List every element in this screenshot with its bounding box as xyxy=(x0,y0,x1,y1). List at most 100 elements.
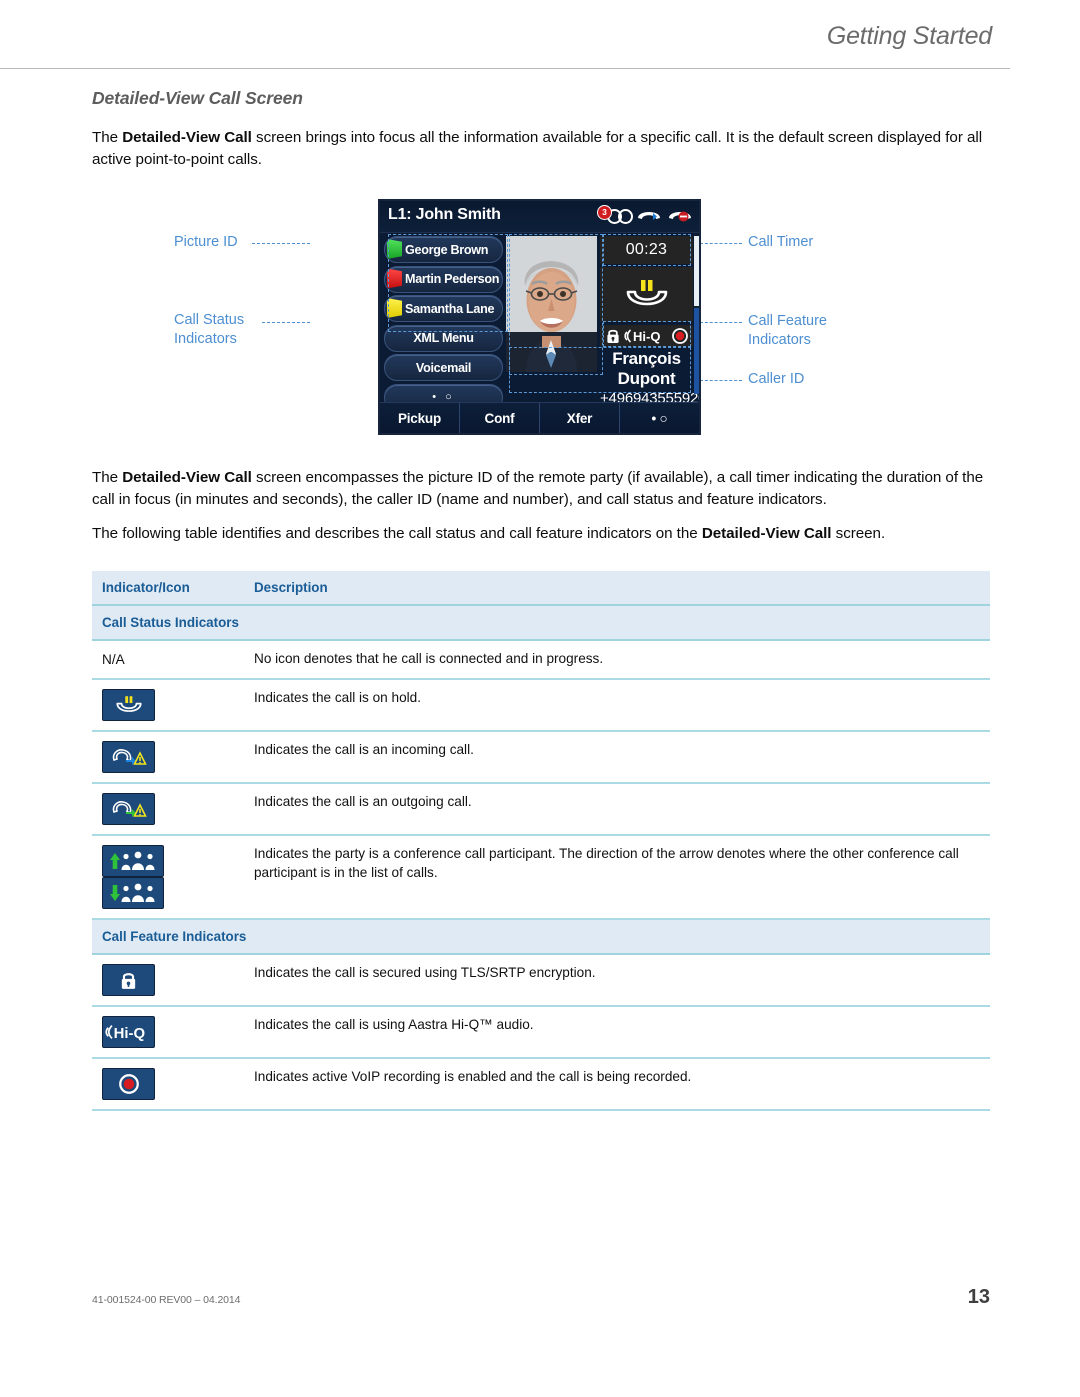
softkey-label: Samantha Lane xyxy=(405,301,495,316)
section-heading: Detailed-View Call Screen xyxy=(92,88,303,108)
table-row: Indicates the party is a conference call… xyxy=(92,835,990,920)
description-cell: Indicates the party is a conference call… xyxy=(244,835,990,920)
page-number: 13 xyxy=(967,1286,990,1308)
bottom-softkey-more[interactable]: • ○ xyxy=(620,403,699,433)
caller-name: François Dupont xyxy=(612,349,681,388)
dnd-icon xyxy=(667,204,693,222)
table-header-row: Indicator/Icon Description xyxy=(92,571,990,606)
description-cell: Indicates the call is an outgoing call. xyxy=(244,783,990,836)
table-intro-bold: Detailed-View Call xyxy=(701,525,832,542)
phone-line-label: L1: John Smith xyxy=(388,206,501,223)
svg-text:Hi-Q: Hi-Q xyxy=(633,329,660,344)
indicator-cell-conference xyxy=(92,835,244,920)
table-row: Hi-Q Indicates the call is using Aastra … xyxy=(92,1006,990,1059)
table-row: Indicates the call is an outgoing call. xyxy=(92,783,990,836)
phone-right-column: 00:23 Hi-Q François Dupont +49694355592 xyxy=(597,233,699,407)
softkey-label: Martin Pederson xyxy=(405,272,500,286)
softkey-samantha-lane[interactable]: Samantha Lane xyxy=(384,295,503,322)
column-header-indicator: Indicator/Icon xyxy=(92,571,244,606)
incoming-call-icon-chip xyxy=(102,741,155,773)
description-paragraph: The Detailed-View Call screen encompasse… xyxy=(92,467,990,511)
bottom-softkey-xfer[interactable]: Xfer xyxy=(540,403,620,433)
section-title-call-feature: Call Feature Indicators xyxy=(92,919,990,955)
conference-call-up-icon xyxy=(110,851,155,870)
description-cell: No icon denotes that he call is connecte… xyxy=(244,640,990,680)
description-cell: Indicates the call is secured using TLS/… xyxy=(244,954,990,1007)
softkey-george-brown[interactable]: George Brown xyxy=(384,236,503,263)
description-cell: Indicates the call is on hold. xyxy=(244,679,990,732)
table-row: Indicates active VoIP recording is enabl… xyxy=(92,1058,990,1111)
indicator-cell-na: N/A xyxy=(92,640,244,680)
led-indicator-yellow xyxy=(387,298,402,318)
incoming-call-icon xyxy=(112,749,147,765)
page-content: Detailed-View Call Screen The Detailed-V… xyxy=(92,88,990,1111)
desc-text-a: The xyxy=(92,469,123,486)
leader-call-timer xyxy=(700,243,742,244)
hi-q-icon: Hi-Q xyxy=(105,1025,145,1041)
intro-paragraph: The Detailed-View Call screen brings int… xyxy=(92,127,990,171)
phone-softkey-column: George Brown Martin Pederson Samantha La… xyxy=(380,233,506,411)
caller-id-block: François Dupont +4969435559200 xyxy=(600,349,699,407)
page-header: Getting Started xyxy=(0,22,1080,68)
softkey-voicemail[interactable]: Voicemail xyxy=(384,354,503,381)
callout-picture-id: Picture ID xyxy=(174,234,238,250)
table-row: Indicates the call is on hold. xyxy=(92,679,990,732)
picture-id-photo xyxy=(506,236,597,372)
softkey-xml-menu[interactable]: XML Menu xyxy=(384,324,503,352)
conference-call-down-icon xyxy=(110,883,155,902)
bottom-softkey-conf[interactable]: Conf xyxy=(460,403,540,433)
table-intro-paragraph: The following table identifies and descr… xyxy=(92,523,990,545)
bottom-softkey-pickup[interactable]: Pickup xyxy=(380,403,460,433)
callout-call-feature-indicators-line2: Indicators xyxy=(748,332,811,348)
hold-icon xyxy=(115,695,142,712)
phone-bottom-softkeys: Pickup Conf Xfer • ○ xyxy=(380,402,699,433)
call-timer-display: 00:23 xyxy=(600,236,693,264)
table-intro-c: screen. xyxy=(831,525,886,542)
description-cell: Indicates active VoIP recording is enabl… xyxy=(244,1058,990,1111)
callout-call-timer: Call Timer xyxy=(748,234,814,250)
softkey-martin-pederson[interactable]: Martin Pederson xyxy=(384,265,503,293)
hi-q-icon-chip: Hi-Q xyxy=(102,1016,155,1048)
phone-display: L1: John Smith 3 George Brown Martin Ped… xyxy=(378,199,701,435)
phone-status-icons: 3 xyxy=(597,204,693,224)
hi-q-icon: Hi-Q xyxy=(623,329,660,344)
intro-text-a: The xyxy=(92,129,123,146)
softkey-label: George Brown xyxy=(405,242,489,257)
table-row: Indicates the call is an incoming call. xyxy=(92,731,990,784)
voicemail-icon: 3 xyxy=(597,204,633,224)
led-indicator-green xyxy=(387,239,402,259)
missed-call-icon xyxy=(636,204,662,222)
indicator-cell-record xyxy=(92,1058,244,1111)
scrollbar-thumb[interactable] xyxy=(694,236,699,306)
voicemail-count-badge: 3 xyxy=(597,205,612,220)
record-icon xyxy=(671,328,688,344)
record-icon-chip xyxy=(102,1068,155,1100)
phone-status-bar: L1: John Smith 3 xyxy=(380,201,699,233)
leader-call-status xyxy=(262,322,310,323)
leader-call-feature xyxy=(700,322,742,323)
table-row: Indicates the call is secured using TLS/… xyxy=(92,954,990,1007)
call-status-hold-icon xyxy=(600,267,693,322)
intro-text-bold: Detailed-View Call xyxy=(122,129,252,146)
table-intro-a: The following table identifies and descr… xyxy=(92,525,702,542)
callout-call-status-indicators-line1: Call Status xyxy=(174,312,245,328)
na-label: N/A xyxy=(102,652,125,667)
leader-caller-id xyxy=(700,380,742,381)
column-header-description: Description xyxy=(244,571,990,606)
table-section-call-feature: Call Feature Indicators xyxy=(92,919,990,955)
indicator-cell-incoming xyxy=(92,731,244,784)
conference-down-icon-chip xyxy=(102,877,164,909)
indicator-cell-hiq: Hi-Q xyxy=(92,1006,244,1059)
lock-icon-chip xyxy=(102,964,155,996)
phone-scrollbar[interactable] xyxy=(694,236,699,394)
desc-text-bold: Detailed-View Call xyxy=(122,469,252,486)
callout-call-status-indicators-line2: Indicators xyxy=(174,331,237,347)
outgoing-call-icon xyxy=(112,801,147,817)
indicator-table: Indicator/Icon Description Call Status I… xyxy=(92,571,990,1111)
detailed-view-call-figure: Picture ID Call Status Indicators Call T… xyxy=(92,193,990,445)
document-id: 41-001524-00 REV00 – 04.2014 xyxy=(92,1294,241,1306)
svg-text:Hi-Q: Hi-Q xyxy=(114,1026,145,1041)
scrollbar-track[interactable] xyxy=(694,308,699,394)
callout-caller-id: Caller ID xyxy=(748,371,805,387)
leader-picture-id xyxy=(252,243,310,244)
